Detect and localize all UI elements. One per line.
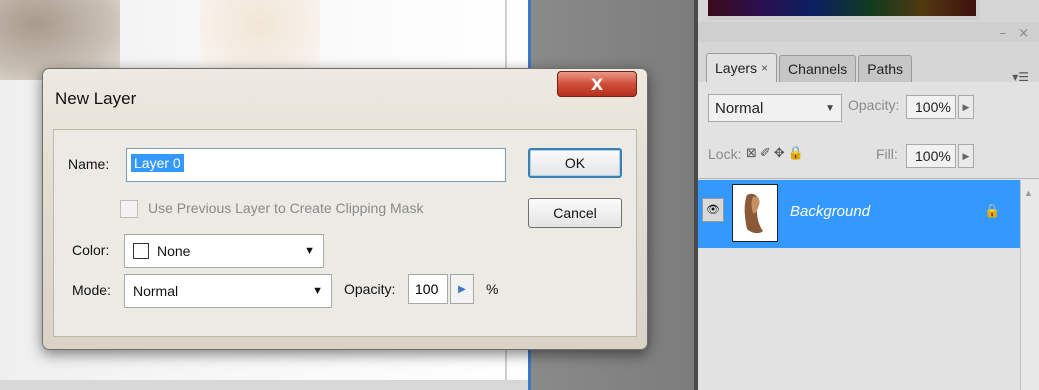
tab-paths-label: Paths	[867, 61, 904, 77]
opacity-label: Opacity:	[344, 281, 396, 297]
dialog-content: Name: Layer 0 OK Cancel Use Previous Lay…	[53, 129, 637, 337]
color-label: Color:	[72, 242, 110, 258]
chevron-down-icon: ▼	[312, 285, 323, 297]
layer-thumbnail[interactable]	[732, 184, 778, 242]
panel-menu-icon[interactable]: ▾☰	[1012, 70, 1029, 84]
panel-tabs: Layers × Channels Paths	[706, 53, 914, 82]
name-field[interactable]: Layer 0	[126, 148, 506, 182]
opacity-slider-arrow-icon[interactable]: ▶	[450, 274, 474, 304]
blend-mode-value: Normal	[715, 99, 764, 117]
clipping-mask-checkbox[interactable]	[120, 200, 138, 218]
tab-layers[interactable]: Layers ×	[706, 53, 778, 82]
tab-channels-label: Channels	[788, 61, 848, 77]
dialog-title: New Layer	[55, 89, 137, 108]
close-icon[interactable]: ×	[761, 61, 768, 75]
layer-opacity-field[interactable]: 100%	[906, 95, 956, 119]
chevron-down-icon: ▼	[304, 245, 315, 257]
panel-title-bar	[698, 22, 1039, 42]
chevron-down-icon: ▼	[825, 102, 835, 114]
opacity-arrow-icon[interactable]: ▶	[958, 95, 974, 119]
fill-label: Fill:	[876, 146, 898, 162]
tab-layers-label: Layers	[715, 60, 758, 76]
opacity-label: Opacity:	[848, 97, 900, 113]
scroll-up-icon[interactable]: ▲	[1024, 188, 1033, 198]
color-spectrum[interactable]	[708, 0, 976, 16]
color-swatch	[133, 243, 149, 259]
eye-icon[interactable]: 👁	[702, 198, 724, 222]
close-button[interactable]: X	[557, 71, 637, 97]
lock-options-icons[interactable]: ⊠✐✥🔒	[746, 146, 807, 161]
color-select[interactable]: None ▼	[124, 234, 324, 268]
panel-window-controls[interactable]: – ×	[999, 26, 1033, 41]
panel-separator	[698, 178, 1039, 179]
lock-icon: 🔒	[984, 203, 1001, 218]
fill-field[interactable]: 100%	[906, 144, 956, 168]
layers-panel-container: – × Layers × Channels Paths ▾☰ Normal ▼ …	[698, 0, 1039, 390]
thumbnail-image	[744, 193, 763, 234]
layer-name[interactable]: Background	[790, 203, 870, 220]
color-select-value: None	[157, 243, 191, 259]
layers-scrollbar[interactable]	[1020, 180, 1039, 390]
name-field-value: Layer 0	[131, 154, 184, 172]
opacity-unit: %	[486, 281, 499, 297]
mode-select[interactable]: Normal ▼	[124, 274, 332, 308]
color-panel	[708, 0, 980, 20]
mode-label: Mode:	[72, 282, 111, 298]
clipping-mask-label: Use Previous Layer to Create Clipping Ma…	[148, 200, 424, 216]
lock-label: Lock:	[708, 146, 742, 162]
mode-select-value: Normal	[133, 283, 179, 299]
fill-arrow-icon[interactable]: ▶	[958, 144, 974, 168]
blend-mode-select[interactable]: Normal ▼	[708, 94, 842, 122]
name-label: Name:	[68, 156, 110, 172]
ok-button[interactable]: OK	[528, 148, 622, 178]
tab-paths[interactable]: Paths	[858, 55, 913, 82]
tab-channels[interactable]: Channels	[779, 55, 857, 82]
opacity-field[interactable]: 100	[408, 274, 448, 304]
cancel-button[interactable]: Cancel	[528, 198, 622, 228]
canvas-bottom-edge	[0, 380, 530, 390]
new-layer-dialog: New Layer X Name: Layer 0 OK Cancel Use …	[42, 68, 648, 350]
